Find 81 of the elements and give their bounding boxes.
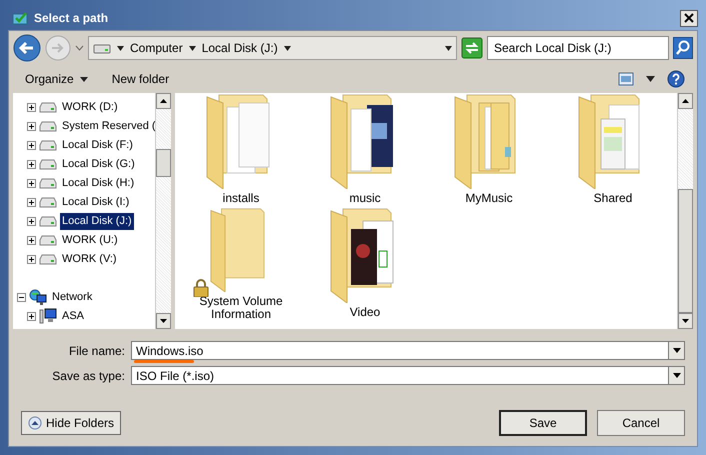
annotation-underline xyxy=(134,360,194,363)
expand-icon[interactable] xyxy=(27,122,36,131)
window-title: Select a path xyxy=(34,10,108,27)
tree-item[interactable]: WORK (V:) xyxy=(60,251,119,268)
tree-item[interactable]: ASA xyxy=(60,308,86,325)
drive-icon xyxy=(39,216,57,227)
expand-icon[interactable] xyxy=(27,160,36,169)
scroll-down-icon[interactable] xyxy=(160,319,167,323)
scroll-down-icon[interactable] xyxy=(682,319,689,323)
expand-icon[interactable] xyxy=(27,198,36,207)
view-icon[interactable] xyxy=(618,72,634,86)
dropdown-button[interactable] xyxy=(668,341,685,360)
folder-name[interactable]: MyMusic xyxy=(434,192,544,205)
field-label: File name: xyxy=(68,342,126,360)
caret-icon[interactable] xyxy=(80,76,88,82)
tree-item[interactable]: System Reserved ( xyxy=(60,118,155,135)
scroll-up-icon[interactable] xyxy=(682,99,689,103)
expand-icon[interactable] xyxy=(27,255,36,264)
folder-name[interactable]: Shared xyxy=(558,192,668,205)
collapse-icon[interactable] xyxy=(17,293,26,302)
caret-icon[interactable] xyxy=(672,373,680,378)
expand-icon[interactable] xyxy=(27,217,36,226)
drive-icon xyxy=(39,197,57,208)
save-button[interactable]: Save xyxy=(499,410,587,436)
caret-icon[interactable] xyxy=(445,46,452,50)
tree-item[interactable]: Local Disk (J:) xyxy=(60,213,134,230)
search-field[interactable]: Search Local Disk (J:) xyxy=(487,36,669,60)
expand-icon[interactable] xyxy=(27,141,36,150)
search-button[interactable] xyxy=(673,37,693,59)
expand-icon[interactable] xyxy=(27,312,36,321)
scrollbar[interactable] xyxy=(155,93,171,329)
folder-name[interactable]: installs xyxy=(186,192,296,205)
caret-icon[interactable] xyxy=(284,46,291,50)
file-type-field[interactable]: ISO File (*.iso) xyxy=(131,366,668,385)
caret-icon[interactable] xyxy=(646,76,655,82)
caret-icon[interactable] xyxy=(672,348,680,353)
drive-icon xyxy=(39,140,57,151)
tree-item[interactable]: WORK (D:) xyxy=(60,99,120,116)
scrollbar[interactable] xyxy=(677,93,693,329)
scroll-up-icon[interactable] xyxy=(160,99,167,103)
organize-menu-button[interactable]: Organize xyxy=(21,68,92,90)
help-icon[interactable] xyxy=(667,70,685,88)
cancel-button[interactable]: Cancel xyxy=(597,410,685,436)
close-button[interactable] xyxy=(680,10,698,26)
tree-item[interactable]: Local Disk (G:) xyxy=(60,156,137,173)
folder-name[interactable]: music xyxy=(310,192,420,205)
back-button[interactable] xyxy=(13,34,41,62)
drive-icon xyxy=(39,178,57,189)
close-icon[interactable] xyxy=(684,13,694,23)
refresh-button[interactable] xyxy=(461,37,483,59)
folder-name[interactable]: System Volume Information xyxy=(186,295,296,321)
expand-icon[interactable] xyxy=(27,179,36,188)
drive-icon xyxy=(39,102,57,113)
network-icon xyxy=(29,289,47,306)
tree-item[interactable]: Local Disk (I:) xyxy=(60,194,132,211)
drive-icon xyxy=(39,235,57,246)
expand-icon[interactable] xyxy=(27,103,36,112)
drive-icon xyxy=(39,121,57,132)
folder-name[interactable]: Video xyxy=(310,306,420,319)
tree-item[interactable]: WORK (U:) xyxy=(60,232,120,249)
file-name-field[interactable]: Windows.iso xyxy=(131,341,668,360)
caret-icon[interactable] xyxy=(188,46,196,50)
expand-icon[interactable] xyxy=(27,236,36,245)
toolbar-button[interactable]: New folder xyxy=(108,68,174,90)
breadcrumb-link[interactable]: Computer xyxy=(130,39,183,57)
drive-icon xyxy=(93,42,111,54)
scrollbar-thumb[interactable] xyxy=(678,189,693,313)
address-bar[interactable]: Computer Local Disk (J:) xyxy=(88,36,457,60)
field-label: Save as type: xyxy=(51,368,126,384)
computer-icon xyxy=(39,308,57,325)
drive-icon xyxy=(39,254,57,265)
caret-icon[interactable] xyxy=(117,46,124,50)
hide-folders-button[interactable]: Hide Folders xyxy=(21,411,122,435)
breadcrumb-link[interactable]: Local Disk (J:) xyxy=(202,39,278,57)
drive-icon xyxy=(39,159,57,170)
tree-item[interactable]: Local Disk (H:) xyxy=(60,175,136,192)
scrollbar-thumb[interactable] xyxy=(156,149,171,177)
tree-item[interactable]: Network xyxy=(50,289,94,306)
dropdown-button[interactable] xyxy=(668,366,685,385)
folder-check-icon xyxy=(12,11,28,25)
tree-item[interactable]: Local Disk (F:) xyxy=(60,137,135,154)
